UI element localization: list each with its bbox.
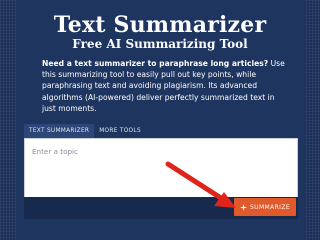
red-arrow-annotation <box>165 161 236 208</box>
